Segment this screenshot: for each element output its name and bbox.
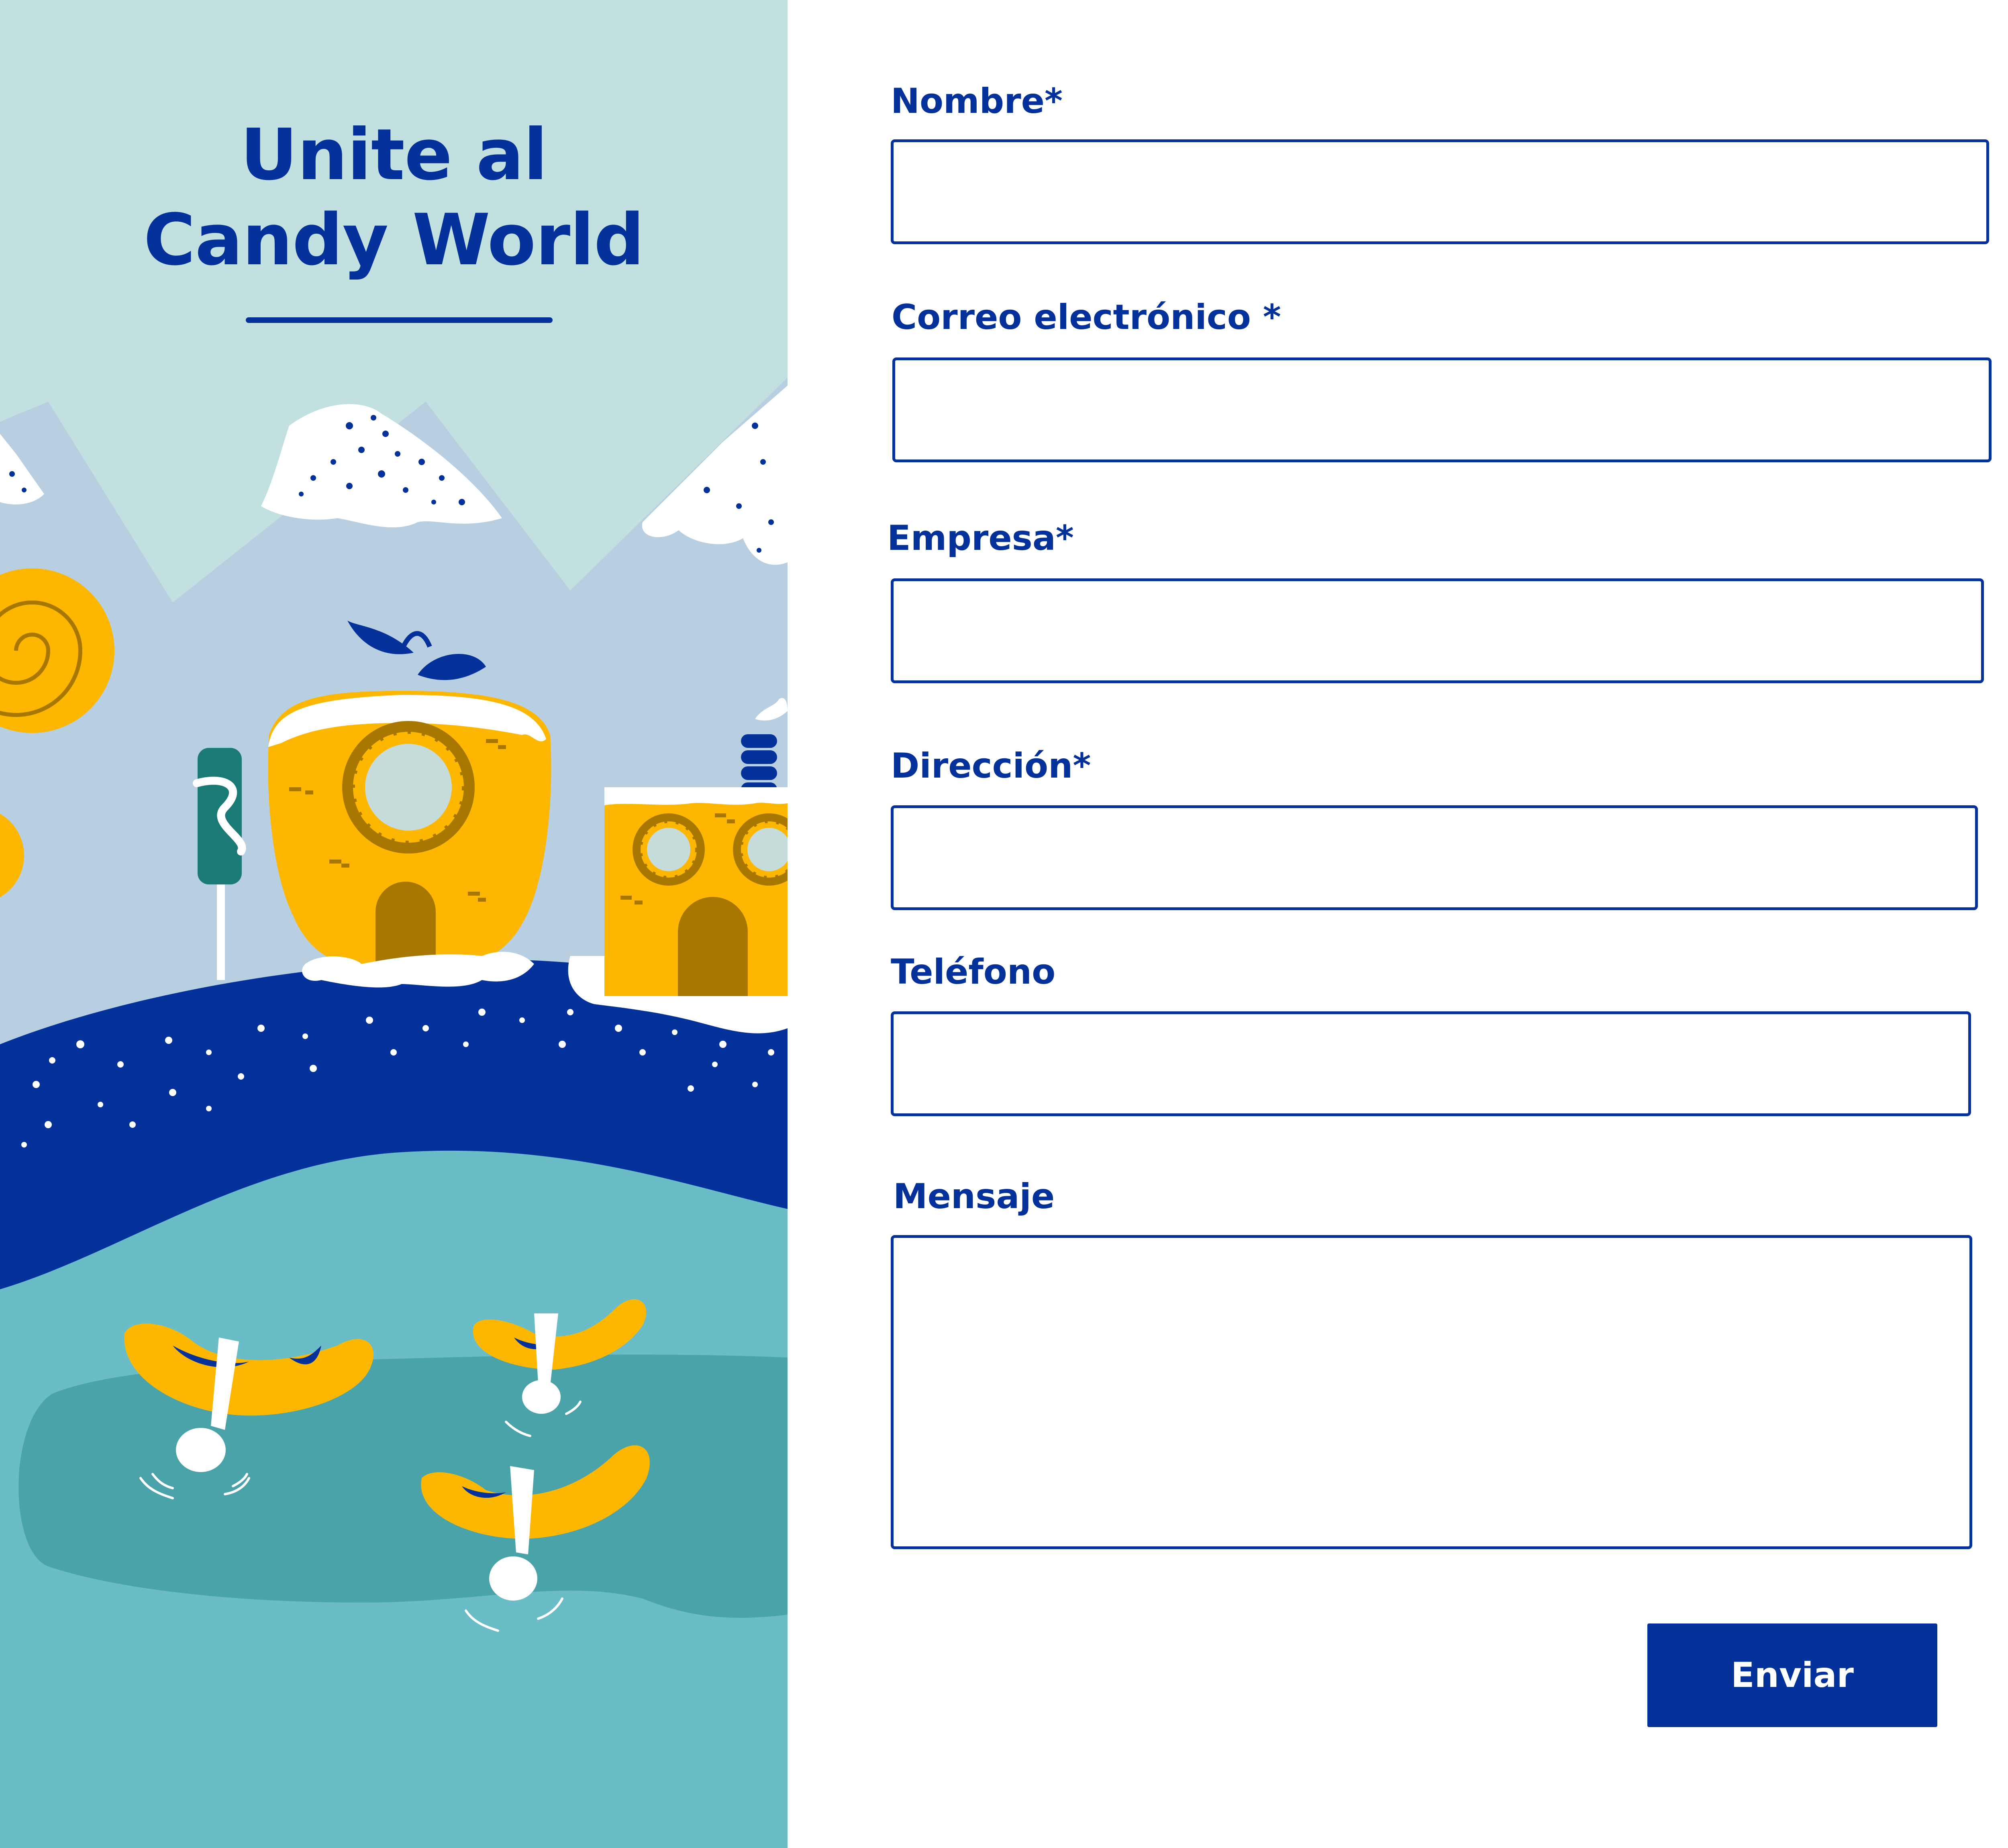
- mensaje-label: Mensaje: [893, 1176, 1055, 1217]
- email-input[interactable]: [892, 357, 1992, 462]
- contact-form-panel: [788, 0, 2008, 1848]
- direccion-input[interactable]: [891, 805, 1978, 910]
- lake: [18, 1354, 788, 1618]
- correo-label: Correo electrónico *: [892, 297, 1281, 337]
- hero-title-line2: Candy World: [143, 199, 644, 281]
- empresa-label: Empresa*: [887, 518, 1074, 558]
- telefono-input[interactable]: [891, 1011, 1971, 1116]
- telefono-label: Teléfono: [891, 952, 1056, 992]
- direccion-label: Dirección*: [891, 746, 1091, 786]
- hero-title: Unite al Candy World: [0, 112, 788, 283]
- submit-button[interactable]: Enviar: [1647, 1623, 1937, 1727]
- hero-panel: Unite al Candy World: [0, 0, 788, 1848]
- nombre-input[interactable]: [891, 139, 1989, 244]
- hero-title-underline: [246, 317, 553, 323]
- mensaje-textarea[interactable]: [891, 1235, 1972, 1549]
- empresa-input[interactable]: [891, 578, 1984, 683]
- hero-title-line1: Unite al: [240, 114, 547, 196]
- nombre-label: Nombre*: [891, 81, 1063, 121]
